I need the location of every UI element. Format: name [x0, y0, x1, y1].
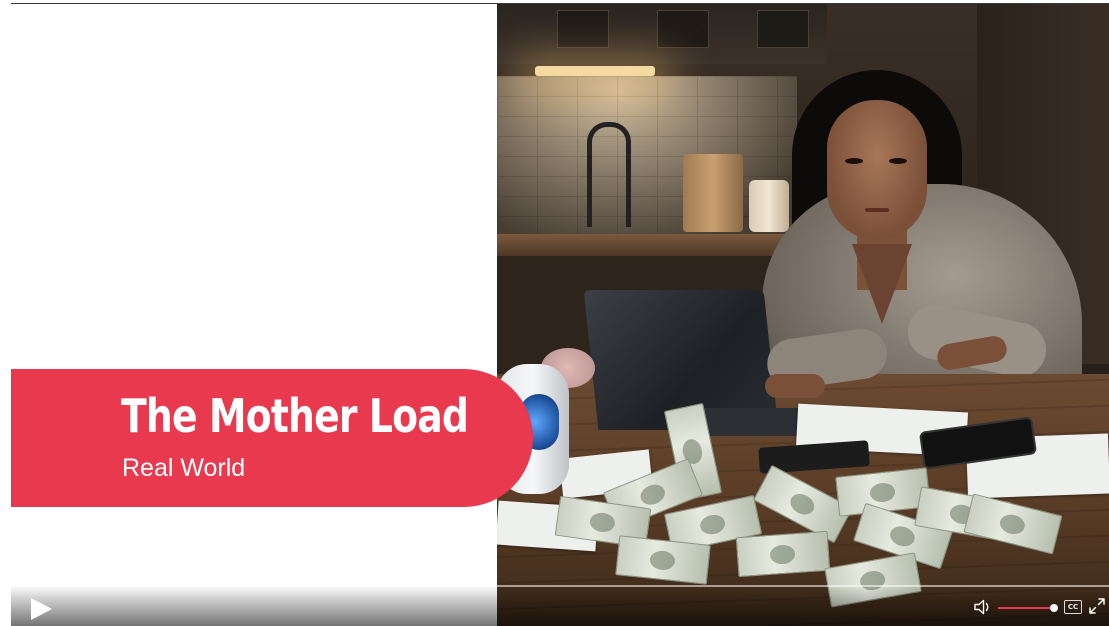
jar	[749, 180, 789, 232]
woman-hand	[765, 374, 825, 398]
title-banner: The Mother Load Real World	[11, 369, 533, 507]
closed-captions-button[interactable]: CC	[1064, 600, 1082, 614]
under-cabinet-light	[535, 66, 655, 76]
slide-title: The Mother Load	[121, 389, 469, 443]
slide-photo	[497, 4, 1109, 626]
volume-icon[interactable]	[973, 599, 993, 615]
volume-knob[interactable]	[1050, 604, 1058, 612]
progress-bar[interactable]	[11, 585, 1109, 587]
kitchen-counter	[497, 234, 797, 256]
mouth	[865, 208, 889, 212]
woman-face	[827, 100, 927, 240]
play-button[interactable]	[31, 598, 52, 620]
cabinet-door	[657, 10, 709, 48]
cabinet-door	[757, 10, 809, 48]
video-player[interactable]: The Mother Load Real World CC	[0, 0, 1109, 626]
slide-subtitle: Real World	[122, 454, 246, 482]
woman-neckline	[852, 244, 912, 324]
player-control-bar: CC	[11, 585, 1109, 626]
volume-slider[interactable]	[998, 604, 1058, 612]
eye	[845, 158, 863, 164]
dollar-bill	[735, 530, 831, 578]
cabinet	[497, 4, 827, 64]
faucet	[587, 122, 631, 227]
eye	[889, 158, 907, 164]
volume-fill	[998, 607, 1054, 609]
canister	[683, 154, 743, 232]
fullscreen-icon[interactable]	[1088, 597, 1106, 615]
cabinet-door	[557, 10, 609, 48]
